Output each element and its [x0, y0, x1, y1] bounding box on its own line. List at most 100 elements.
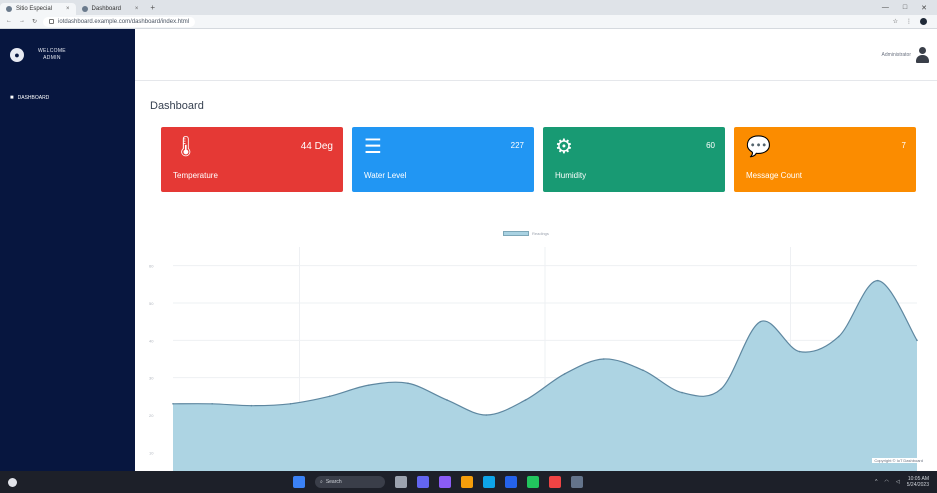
user-menu[interactable]: Administrator [882, 47, 929, 63]
url-field[interactable]: iotdashboard.example.com/dashboard/index… [43, 16, 196, 27]
y-tick-label: 10 [149, 450, 154, 455]
username: Administrator [881, 52, 911, 58]
file-explorer-icon[interactable] [461, 476, 473, 488]
chrome-icon[interactable] [527, 476, 539, 488]
window-controls: — □ ✕ [882, 4, 937, 12]
chart-data-point[interactable] [328, 395, 331, 398]
sidebar-item-label: DASHBOARD [17, 95, 50, 101]
chart-data-point[interactable] [602, 358, 605, 360]
chart-data-point[interactable] [407, 382, 409, 385]
browser-actions: ☆ ⋮ [893, 18, 937, 25]
thermometer-icon: 🌡 [173, 136, 199, 158]
taskbar-apps: ⌕ Search [293, 476, 583, 488]
profile-icon[interactable] [920, 18, 927, 25]
browser-tab-1[interactable]: Sitio Especial × [0, 3, 76, 15]
chart-data-point[interactable] [916, 339, 918, 342]
humidity-card[interactable]: ⚙ 60 Humidity [543, 127, 725, 192]
sidebar-item-dashboard[interactable]: ■ DASHBOARD [0, 91, 135, 105]
water-level-icon: ☰ [364, 136, 382, 158]
browser-tab-bar: Sitio Especial × Dashboard × + — □ ✕ [0, 0, 937, 15]
brand-line-1: WELCOME [38, 48, 66, 54]
chart-data-point[interactable] [563, 373, 566, 375]
maximize-button[interactable]: □ [903, 4, 907, 12]
temperature-label: Temperature [173, 171, 218, 180]
minimize-button[interactable]: — [882, 4, 889, 12]
chart-data-point[interactable] [446, 399, 448, 401]
message-count-value: 7 [901, 141, 906, 150]
chart-data-point[interactable] [877, 279, 879, 282]
search-icon: ⌕ [320, 479, 323, 485]
chart-data-point[interactable] [759, 320, 762, 323]
tab-label: Sitio Especial [16, 6, 53, 12]
app-header: Administrator [135, 29, 937, 81]
widgets-icon[interactable] [439, 476, 451, 488]
humidity-label: Humidity [555, 171, 587, 180]
browser-tab-2[interactable]: Dashboard × [76, 3, 145, 15]
system-tray: ^ ◠ ◁ 10:05 AM 5/24/2023 [875, 476, 937, 488]
temperature-value: 44 Deg [300, 141, 333, 152]
chart-data-point[interactable] [289, 403, 292, 405]
avatar-head [919, 47, 926, 54]
taskbar-search[interactable]: ⌕ Search [315, 476, 385, 488]
extensions-icon[interactable]: ⋮ [906, 18, 912, 25]
area-chart-svg: 60 50 40 30 20 10 [149, 247, 918, 471]
volume-icon[interactable]: ◁ [896, 479, 900, 485]
favicon-icon [6, 6, 12, 12]
main-content: Dashboard 🌡 44 Deg Temperature ☰ 227 Wat… [135, 82, 937, 471]
chart-data-point[interactable] [720, 388, 723, 390]
wifi-icon[interactable]: ◠ [885, 479, 889, 485]
avatar-body [916, 55, 929, 63]
chart-data-point[interactable] [250, 404, 253, 407]
taskbar: ⌕ Search ^ ◠ ◁ 10:05 AM 5/24/2023 [0, 471, 937, 493]
edge-browser-icon[interactable] [483, 476, 495, 488]
chart-data-point[interactable] [211, 403, 213, 405]
close-tab-icon[interactable]: × [135, 6, 139, 12]
back-icon[interactable]: ← [6, 18, 12, 25]
chart-data-point[interactable] [798, 350, 801, 353]
brand-text: WELCOME ADMIN [38, 48, 66, 62]
message-count-card[interactable]: 💬 7 Message Count [734, 127, 916, 192]
logo-icon: ● [10, 48, 24, 62]
legend-label: Readings [532, 231, 549, 236]
chart-data-point[interactable] [172, 403, 174, 405]
chart-data-point[interactable] [524, 399, 527, 401]
star-icon[interactable]: ☆ [893, 18, 898, 25]
sidebar: ● WELCOME ADMIN ■ DASHBOARD [0, 29, 135, 471]
store-icon[interactable] [505, 476, 517, 488]
date-text: 5/24/2023 [906, 482, 929, 488]
chat-icon[interactable] [417, 476, 429, 488]
water-level-card[interactable]: ☰ 227 Water Level [352, 127, 534, 192]
chart-data-point[interactable] [367, 384, 370, 386]
mail-icon[interactable] [549, 476, 561, 488]
chart-data-point[interactable] [681, 391, 683, 394]
chart-legend[interactable]: Readings [503, 231, 549, 236]
taskview-icon[interactable] [395, 476, 407, 488]
brand: ● WELCOME ADMIN [0, 29, 135, 81]
chart-data-point[interactable] [485, 414, 488, 416]
water-level-value: 227 [510, 141, 524, 150]
close-tab-icon[interactable]: × [66, 6, 70, 12]
user-avatar-icon[interactable] [915, 47, 929, 63]
url-text: iotdashboard.example.com/dashboard/index… [58, 18, 190, 25]
close-window-button[interactable]: ✕ [921, 4, 927, 12]
y-tick-label: 50 [149, 301, 154, 306]
start-button-icon[interactable] [293, 476, 305, 488]
y-tick-label: 60 [149, 264, 154, 269]
forward-icon[interactable]: → [19, 18, 25, 25]
temperature-card[interactable]: 🌡 44 Deg Temperature [161, 127, 343, 192]
weather-icon[interactable] [8, 477, 17, 487]
y-tick-label: 20 [149, 413, 154, 418]
y-tick-label: 40 [149, 338, 154, 343]
chevron-up-icon[interactable]: ^ [875, 479, 877, 485]
copyright-text: Copyright © IoT Dashboard [872, 458, 925, 463]
water-level-label: Water Level [364, 171, 407, 180]
chart-data-point[interactable] [837, 335, 840, 338]
y-tick-label: 30 [149, 376, 154, 381]
settings-icon[interactable] [571, 476, 583, 488]
new-tab-button[interactable]: + [150, 3, 155, 12]
reload-icon[interactable]: ↻ [32, 18, 37, 25]
legend-swatch [503, 231, 529, 236]
chart-data-point[interactable] [642, 369, 644, 371]
search-label: Search [325, 479, 342, 485]
clock[interactable]: 10:05 AM 5/24/2023 [907, 476, 929, 488]
